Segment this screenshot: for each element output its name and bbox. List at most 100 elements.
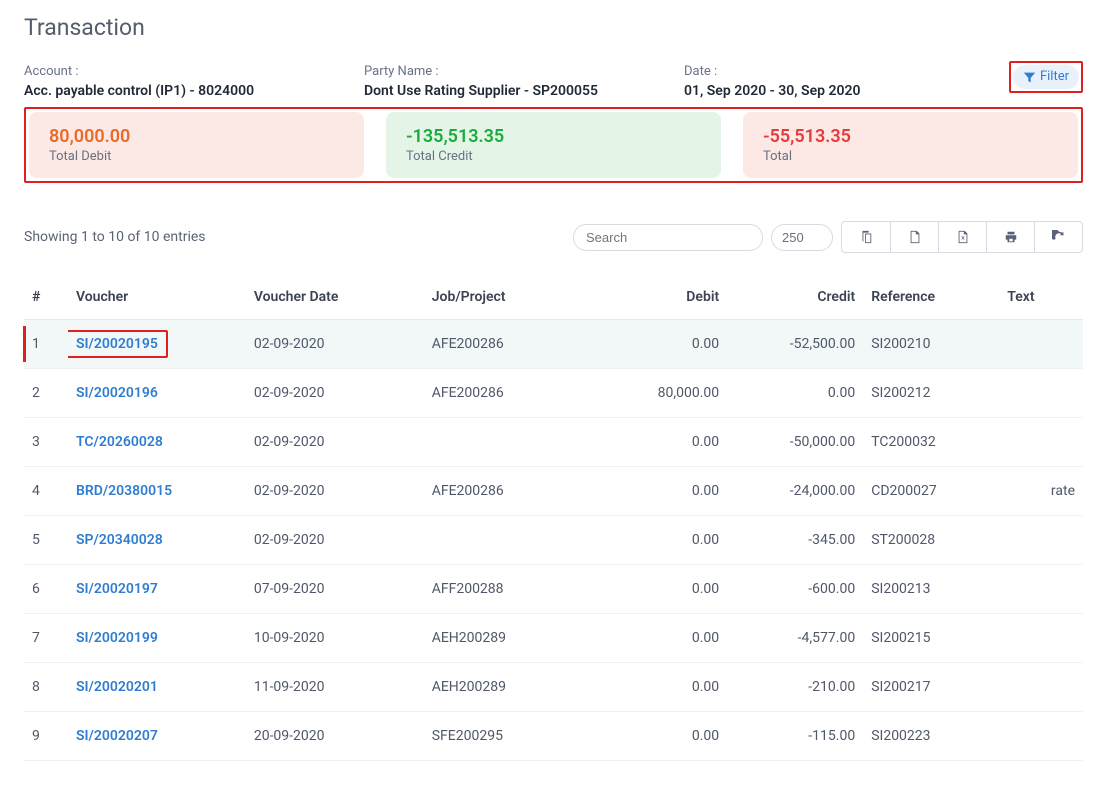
cell-credit: -4,577.00 bbox=[727, 614, 863, 663]
refresh-button[interactable] bbox=[1034, 222, 1082, 252]
col-header-debit[interactable]: Debit bbox=[602, 275, 728, 320]
cell-job: SFE200295 bbox=[424, 712, 602, 761]
cell-voucher: SI/20020197 bbox=[68, 565, 246, 614]
cell-reference: SI200213 bbox=[863, 565, 999, 614]
cell-job bbox=[424, 516, 602, 565]
cell-job: AFE200286 bbox=[424, 320, 602, 369]
cell-voucher: TC/20260028 bbox=[68, 418, 246, 467]
voucher-link[interactable]: SI/20020199 bbox=[76, 630, 158, 646]
cell-voucher-date: 02-09-2020 bbox=[246, 369, 424, 418]
cell-credit: -24,000.00 bbox=[727, 467, 863, 516]
cell-index: 5 bbox=[24, 516, 68, 565]
col-header-voucher[interactable]: Voucher bbox=[68, 275, 246, 320]
cell-text bbox=[999, 418, 1083, 467]
party-block: Party Name : Dont Use Rating Supplier - … bbox=[364, 64, 684, 99]
table-row[interactable]: 9SI/2002020720-09-2020SFE2002950.00-115.… bbox=[24, 712, 1083, 761]
cell-credit: -345.00 bbox=[727, 516, 863, 565]
voucher-link[interactable]: SI/20020195 bbox=[76, 336, 158, 352]
cell-debit: 0.00 bbox=[602, 712, 728, 761]
cell-job: AEH200289 bbox=[424, 663, 602, 712]
account-label: Account : bbox=[24, 64, 364, 79]
cell-text bbox=[999, 712, 1083, 761]
file-csv-icon bbox=[908, 230, 922, 244]
transactions-table: # Voucher Voucher Date Job/Project Debit… bbox=[24, 275, 1083, 761]
table-row[interactable]: 7SI/2002019910-09-2020AEH2002890.00-4,57… bbox=[24, 614, 1083, 663]
col-header-credit[interactable]: Credit bbox=[727, 275, 863, 320]
file-excel-icon bbox=[956, 230, 970, 244]
col-header-job[interactable]: Job/Project bbox=[424, 275, 602, 320]
filter-highlight-box: Filter bbox=[1009, 61, 1083, 93]
table-row[interactable]: 1SI/2002019502-09-2020AFE2002860.00-52,5… bbox=[24, 320, 1083, 369]
date-value: 01, Sep 2020 - 30, Sep 2020 bbox=[684, 83, 1001, 99]
cell-reference: SI200210 bbox=[863, 320, 999, 369]
total-card: -55,513.35 Total bbox=[743, 112, 1078, 178]
table-row[interactable]: 8SI/2002020111-09-2020AEH2002890.00-210.… bbox=[24, 663, 1083, 712]
total-caption: Total bbox=[763, 149, 1058, 164]
cell-text bbox=[999, 565, 1083, 614]
party-value: Dont Use Rating Supplier - SP200055 bbox=[364, 83, 684, 99]
cell-voucher-date: 07-09-2020 bbox=[246, 565, 424, 614]
cell-debit: 0.00 bbox=[602, 565, 728, 614]
cell-job: AEH200289 bbox=[424, 614, 602, 663]
page-size-input[interactable] bbox=[771, 224, 833, 251]
cell-credit: -600.00 bbox=[727, 565, 863, 614]
cell-index: 2 bbox=[24, 369, 68, 418]
cell-job: AFF200288 bbox=[424, 565, 602, 614]
filter-button[interactable]: Filter bbox=[1013, 65, 1079, 89]
page-title: Transaction bbox=[24, 14, 1083, 41]
cell-voucher: SI/20020201 bbox=[68, 663, 246, 712]
cell-debit: 0.00 bbox=[602, 418, 728, 467]
col-header-voucher-date[interactable]: Voucher Date bbox=[246, 275, 424, 320]
cell-reference: SI200217 bbox=[863, 663, 999, 712]
cell-debit: 0.00 bbox=[602, 663, 728, 712]
cell-voucher-date: 02-09-2020 bbox=[246, 467, 424, 516]
total-credit-card: -135,513.35 Total Credit bbox=[386, 112, 721, 178]
cell-text bbox=[999, 369, 1083, 418]
filter-icon bbox=[1023, 71, 1036, 84]
table-row[interactable]: 4BRD/2038001502-09-2020AFE2002860.00-24,… bbox=[24, 467, 1083, 516]
voucher-link[interactable]: SI/20020197 bbox=[76, 581, 158, 597]
col-header-index[interactable]: # bbox=[24, 275, 68, 320]
voucher-link[interactable]: SI/20020207 bbox=[76, 728, 158, 744]
cell-voucher-date: 11-09-2020 bbox=[246, 663, 424, 712]
cell-index: 6 bbox=[24, 565, 68, 614]
search-input[interactable] bbox=[573, 224, 763, 251]
table-row[interactable]: 6 SI/20020197 07-09-2020AFF2002880.00-600.… bbox=[24, 565, 1083, 614]
cell-voucher: BRD/20380015 bbox=[68, 467, 246, 516]
table-row[interactable]: 3TC/2026002802-09-20200.00-50,000.00TC20… bbox=[24, 418, 1083, 467]
cell-debit: 0.00 bbox=[602, 516, 728, 565]
refresh-icon bbox=[1052, 230, 1066, 244]
total-amount: -55,513.35 bbox=[763, 126, 1058, 147]
export-excel-button[interactable] bbox=[938, 222, 986, 252]
account-value: Acc. payable control (IP1) - 8024000 bbox=[24, 83, 364, 99]
cell-debit: 0.00 bbox=[602, 467, 728, 516]
info-row: Account : Acc. payable control (IP1) - 8… bbox=[24, 61, 1083, 99]
col-header-reference[interactable]: Reference bbox=[863, 275, 999, 320]
cell-text bbox=[999, 320, 1083, 369]
table-body: 1SI/2002019502-09-2020AFE2002860.00-52,5… bbox=[24, 320, 1083, 761]
cell-index: 4 bbox=[24, 467, 68, 516]
total-credit-caption: Total Credit bbox=[406, 149, 701, 164]
cell-reference: CD200027 bbox=[863, 467, 999, 516]
voucher-link[interactable]: TC/20260028 bbox=[76, 434, 163, 450]
cell-reference: SI200215 bbox=[863, 614, 999, 663]
table-row[interactable]: 5SP/2034002802-09-20200.00-345.00ST20002… bbox=[24, 516, 1083, 565]
voucher-link[interactable]: SI/20020201 bbox=[76, 679, 158, 695]
voucher-link[interactable]: SP/20340028 bbox=[76, 532, 163, 548]
date-label: Date : bbox=[684, 64, 1001, 79]
cell-voucher-date: 02-09-2020 bbox=[246, 320, 424, 369]
export-csv-button[interactable] bbox=[890, 222, 938, 252]
col-header-text[interactable]: Text bbox=[999, 275, 1083, 320]
voucher-link[interactable]: BRD/20380015 bbox=[76, 483, 172, 499]
cell-voucher: SI/20020195 bbox=[68, 320, 246, 369]
cell-reference: SI200212 bbox=[863, 369, 999, 418]
table-row[interactable]: 2SI/2002019602-09-2020AFE20028680,000.00… bbox=[24, 369, 1083, 418]
copy-button[interactable] bbox=[842, 222, 890, 252]
voucher-link[interactable]: SI/20020196 bbox=[76, 385, 158, 401]
cell-debit: 0.00 bbox=[602, 320, 728, 369]
cell-index: 1 bbox=[24, 320, 68, 369]
cell-credit: -210.00 bbox=[727, 663, 863, 712]
print-button[interactable] bbox=[986, 222, 1034, 252]
copy-icon bbox=[859, 230, 873, 244]
cell-credit: 0.00 bbox=[727, 369, 863, 418]
